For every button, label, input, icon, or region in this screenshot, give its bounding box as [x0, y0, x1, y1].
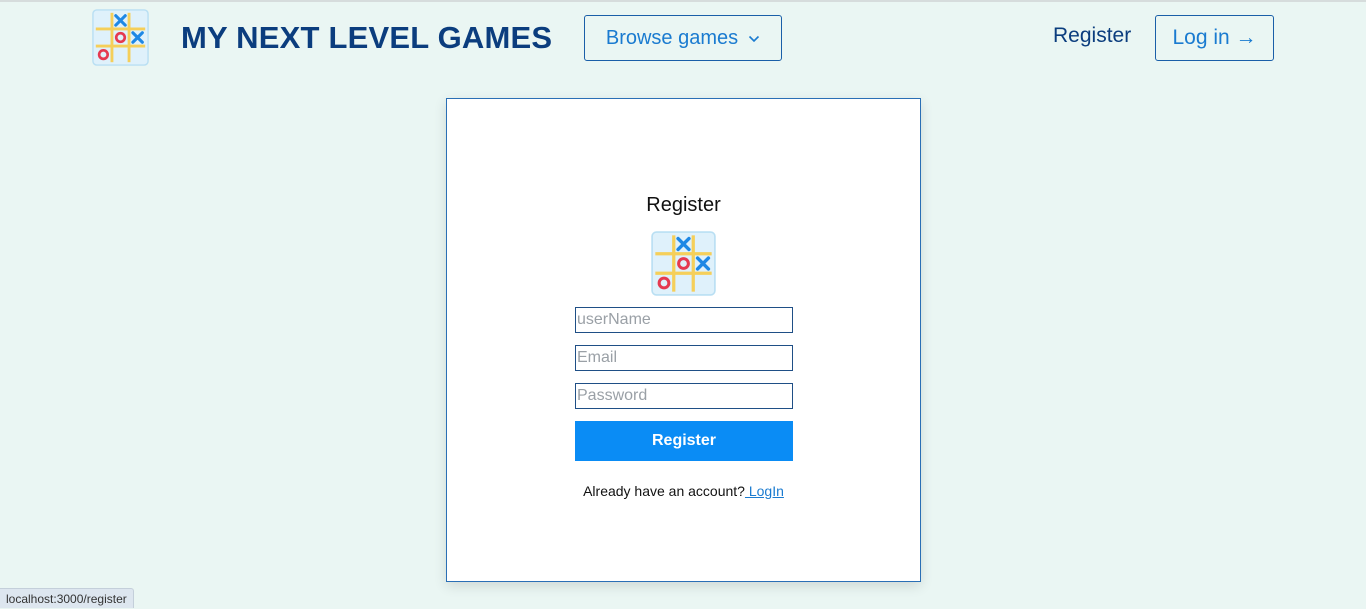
chevron-down-icon	[748, 32, 760, 46]
register-card: Register Register Already have an accoun…	[446, 98, 921, 582]
browse-games-button[interactable]: Browse games	[584, 15, 782, 61]
site-header: MY NEXT LEVEL GAMES Browse games Registe…	[0, 0, 1366, 80]
status-url-bubble: localhost:3000/register	[0, 588, 134, 608]
password-input[interactable]	[575, 383, 793, 409]
tic-tac-toe-icon	[651, 231, 716, 296]
register-submit-button[interactable]: Register	[575, 421, 793, 461]
login-prompt-text: Already have an account?	[583, 483, 745, 499]
browse-games-label: Browse games	[605, 26, 739, 49]
nav-register-link[interactable]: Register	[1053, 24, 1131, 48]
login-button[interactable]: Log in →	[1155, 15, 1274, 61]
form-title: Register	[646, 194, 721, 216]
login-link[interactable]: LogIn	[745, 483, 784, 499]
brand-title: MY NEXT LEVEL GAMES	[181, 20, 553, 55]
tic-tac-toe-icon[interactable]	[92, 9, 149, 66]
email-input[interactable]	[575, 345, 793, 371]
username-input[interactable]	[575, 307, 793, 333]
login-prompt: Already have an account? LogIn	[447, 483, 920, 499]
